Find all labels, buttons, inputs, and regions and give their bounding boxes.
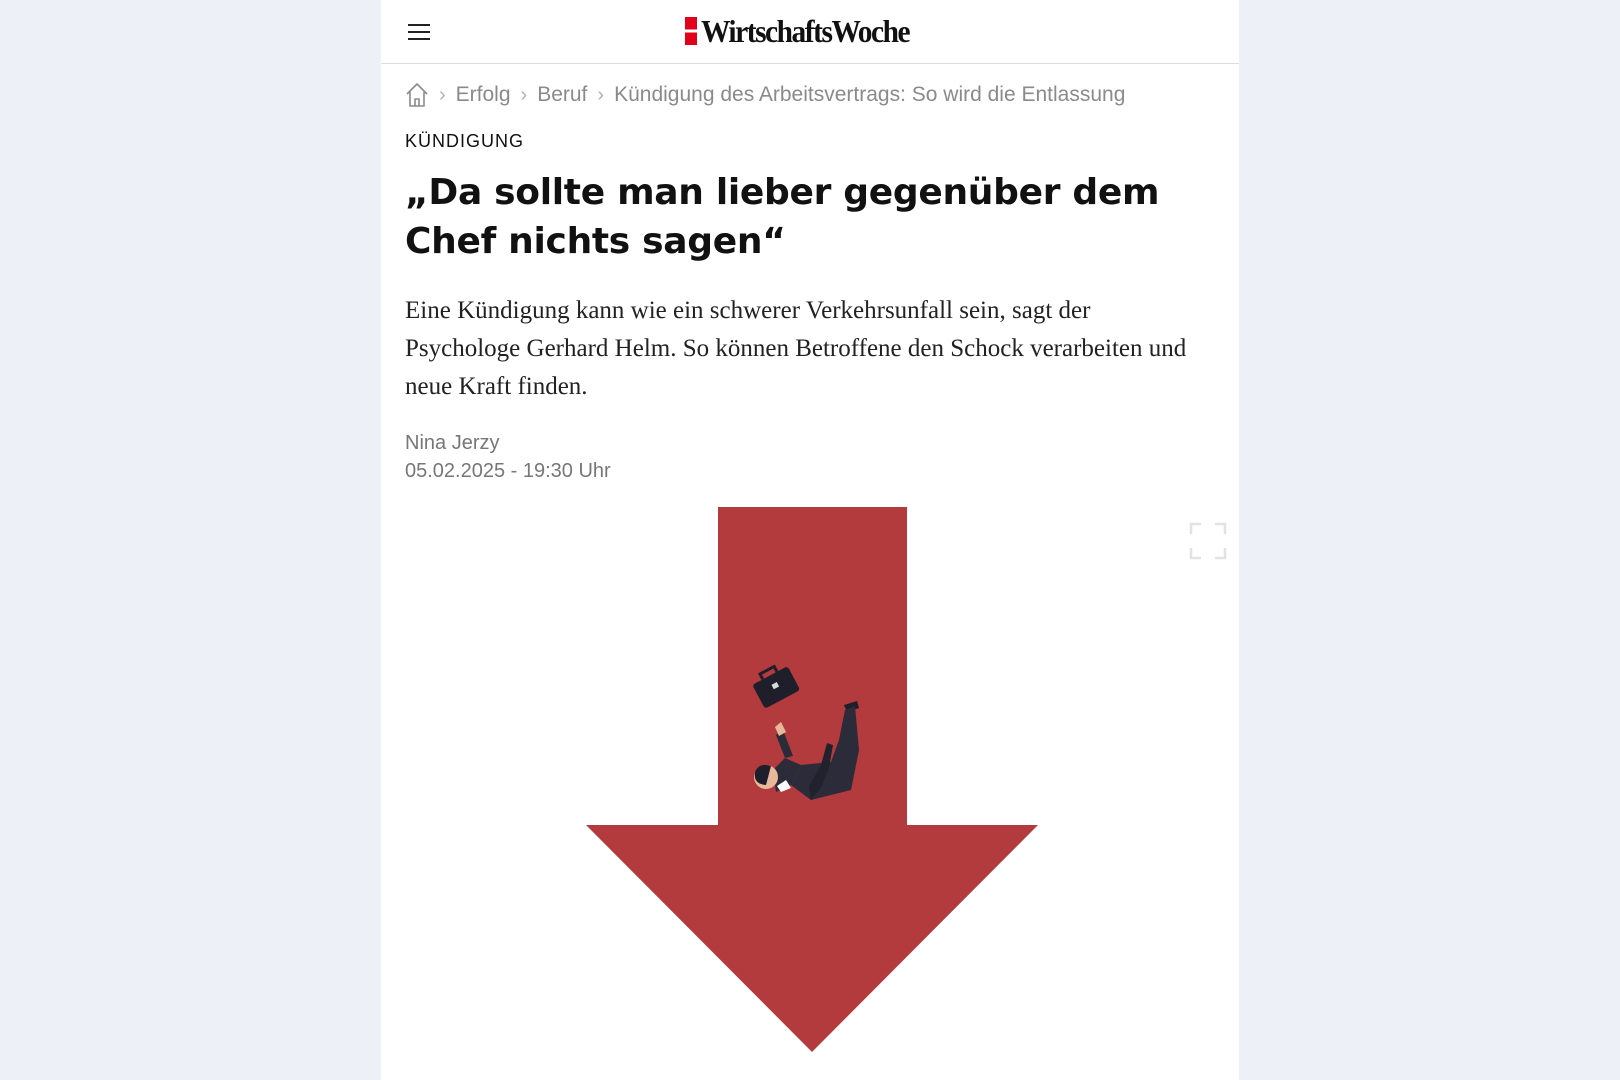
- expand-icon[interactable]: [1189, 522, 1227, 560]
- article-headline: „Da sollte man lieber gegenüber dem Chef…: [405, 172, 1160, 262]
- breadcrumb-item-current[interactable]: Kündigung des Arbeitsvertrags: So wird d…: [614, 83, 1125, 107]
- top-bar: WirtschaftsWoche: [381, 0, 1239, 64]
- article-image[interactable]: [381, 500, 1239, 1080]
- falling-man-arrow-illustration: [586, 507, 1038, 1052]
- publish-date: 05.02.2025 - 19:30 Uhr: [405, 460, 611, 482]
- breadcrumb-item-beruf[interactable]: Beruf: [537, 83, 587, 107]
- breadcrumb: › Erfolg › Beruf › Kündigung des Arbeits…: [405, 78, 1215, 112]
- chevron-right-icon: ›: [520, 83, 528, 106]
- chevron-right-icon: ›: [439, 83, 446, 106]
- logo-mark: [685, 17, 697, 45]
- logo-text: WirtschaftsWoche: [701, 12, 911, 49]
- article-page: WirtschaftsWoche › Erfolg › Beruf › Künd…: [381, 0, 1239, 1080]
- breadcrumb-item-erfolg[interactable]: Erfolg: [456, 83, 511, 107]
- article-kicker: KÜNDIGUNG: [405, 131, 525, 151]
- home-icon[interactable]: [405, 82, 429, 108]
- chevron-right-icon: ›: [597, 83, 605, 106]
- hamburger-icon[interactable]: [408, 22, 432, 42]
- site-logo[interactable]: WirtschaftsWoche: [685, 12, 927, 49]
- article-teaser: Eine Kündigung kann wie ein schwerer Ver…: [405, 297, 1187, 400]
- author-name[interactable]: Nina Jerzy: [405, 432, 499, 455]
